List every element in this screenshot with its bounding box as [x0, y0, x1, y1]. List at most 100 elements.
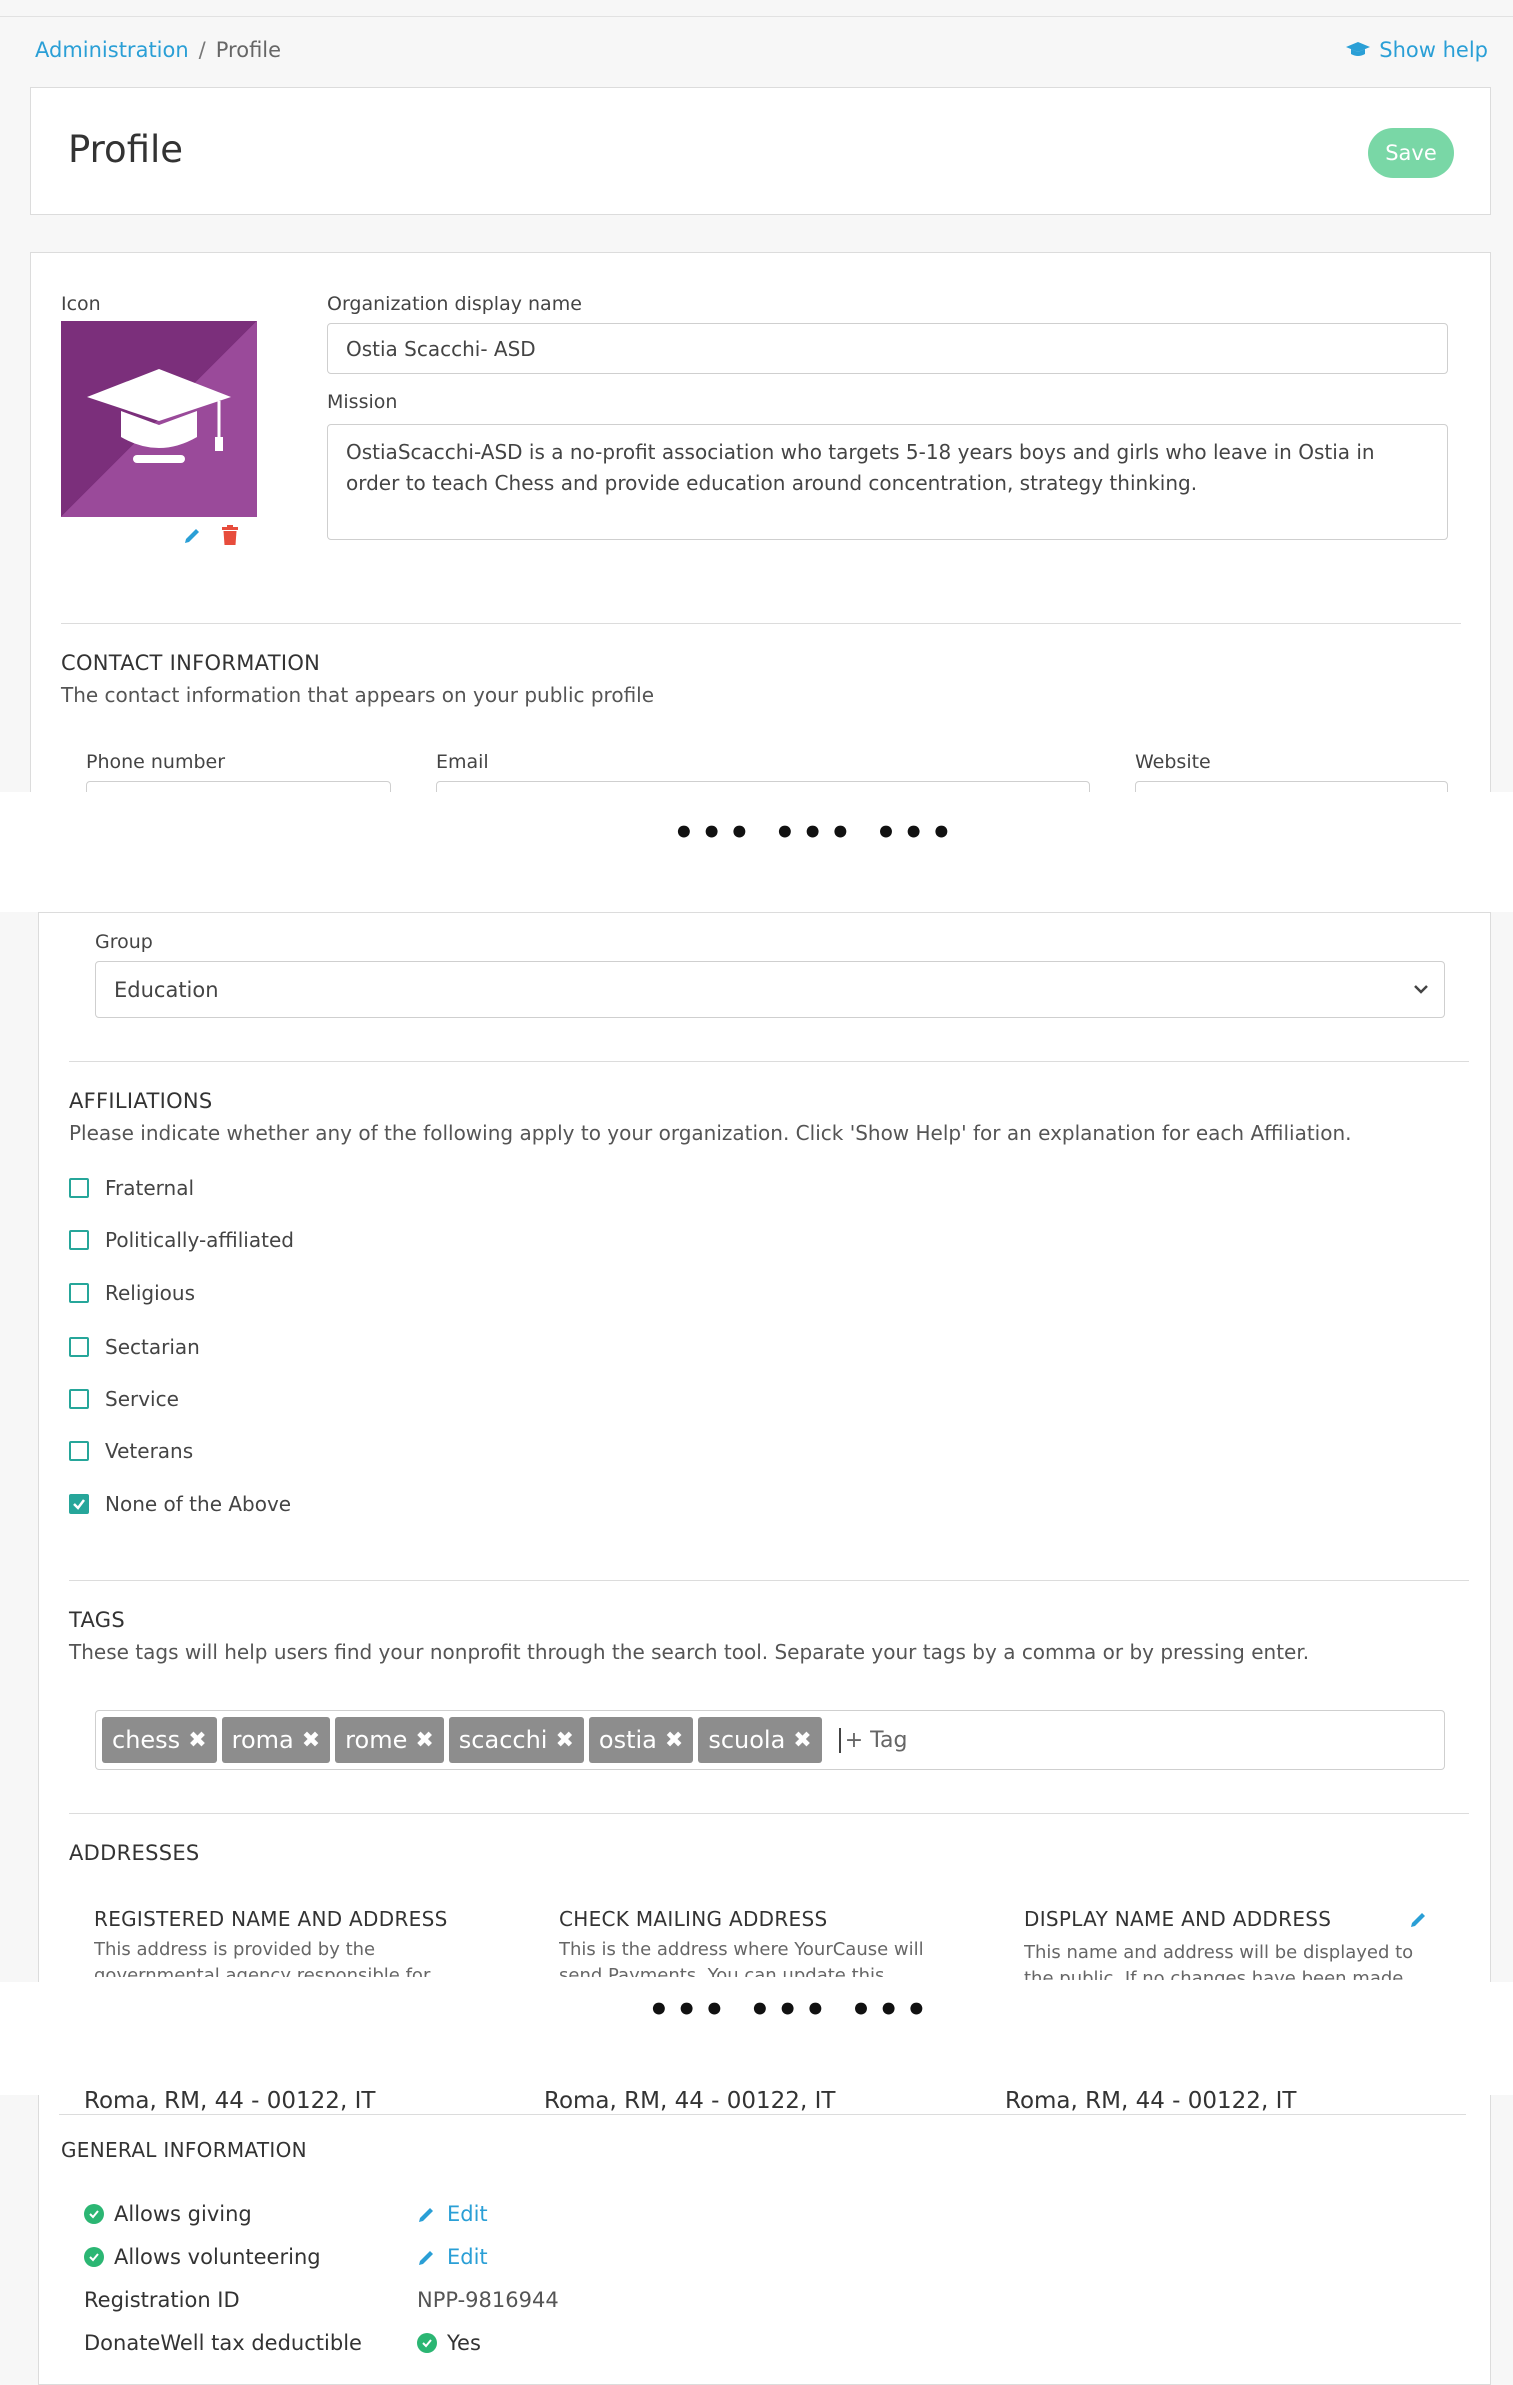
top-border [0, 16, 1513, 17]
remove-tag-icon[interactable]: ✖ [302, 1728, 320, 1753]
registration-id-value: NPP-9816944 [417, 2288, 559, 2312]
remove-tag-icon[interactable]: ✖ [415, 1728, 433, 1753]
graduation-cap-icon [87, 369, 231, 463]
section-divider [69, 1813, 1469, 1814]
affiliation-none-of-the-above[interactable]: None of the Above [69, 1492, 291, 1516]
show-help-link[interactable]: Show help [1345, 38, 1488, 62]
mailing-address-city: Roma, RM, 44 - 00122, IT [544, 2088, 836, 2114]
edit-allows-giving-link[interactable]: Edit [417, 2202, 488, 2226]
mailing-address-title: CHECK MAILING ADDRESS [559, 1907, 828, 1931]
save-button[interactable]: Save [1368, 128, 1454, 178]
allows-giving-label: Allows giving [114, 2202, 252, 2226]
mailing-address-description: This is the address where YourCause will… [559, 1939, 924, 1977]
pencil-icon[interactable] [1409, 1909, 1429, 1929]
section-divider [61, 623, 1461, 624]
display-address-title: DISPLAY NAME AND ADDRESS [1024, 1907, 1332, 1931]
affiliations-description: Please indicate whether any of the follo… [69, 1121, 1352, 1145]
remove-tag-icon[interactable]: ✖ [665, 1728, 683, 1753]
tag-label: scacchi [458, 1726, 548, 1754]
checkbox[interactable] [69, 1441, 89, 1461]
remove-tag-icon[interactable]: ✖ [555, 1728, 573, 1753]
remove-tag-icon[interactable]: ✖ [793, 1728, 811, 1753]
website-label: Website [1135, 751, 1211, 773]
affiliations-heading: AFFILIATIONS [69, 1089, 213, 1113]
affiliation-fraternal[interactable]: Fraternal [69, 1176, 194, 1200]
tax-deductible-label: DonateWell tax deductible [84, 2331, 362, 2355]
icon-label: Icon [61, 293, 101, 315]
graduation-cap-icon [1346, 42, 1371, 56]
display-address-description: This name and address will be displayed … [1024, 1942, 1414, 1980]
profile-header-card: Profile Save [30, 87, 1491, 215]
allows-giving-row: Allows giving [84, 2202, 252, 2226]
mission-label: Mission [327, 391, 398, 413]
breadcrumb-administration[interactable]: Administration [35, 38, 189, 62]
affiliation-label: Veterans [105, 1439, 194, 1463]
tag-label: ostia [598, 1726, 657, 1754]
classification-section: Group Education AFFILIATIONS Please indi… [38, 912, 1491, 1982]
remove-tag-icon[interactable]: ✖ [188, 1728, 206, 1753]
display-name-input[interactable]: Ostia Scacchi- ASD [327, 323, 1448, 374]
section-divider [59, 2114, 1466, 2115]
allows-volunteering-label: Allows volunteering [114, 2245, 321, 2269]
checkbox[interactable] [69, 1337, 89, 1357]
check-circle-icon [84, 2247, 104, 2267]
affiliation-veterans[interactable]: Veterans [69, 1439, 193, 1463]
checkbox[interactable] [69, 1389, 89, 1409]
tax-deductible-text: Yes [447, 2331, 481, 2355]
tag-label: chess [112, 1726, 181, 1754]
affiliation-religious[interactable]: Religious [69, 1281, 195, 1305]
tag-ostia: ostia ✖ [588, 1717, 694, 1763]
general-information-section: Roma, RM, 44 - 00122, IT Roma, RM, 44 - … [38, 2088, 1491, 2385]
tag-scuola: scuola ✖ [698, 1717, 822, 1763]
contact-description: The contact information that appears on … [61, 683, 655, 707]
registration-id-label: Registration ID [84, 2288, 240, 2312]
add-tag-input[interactable]: + Tag [838, 1727, 907, 1753]
affiliation-label: Sectarian [105, 1335, 200, 1359]
email-label: Email [436, 751, 489, 773]
pencil-icon[interactable] [183, 525, 203, 545]
affiliation-service[interactable]: Service [69, 1387, 179, 1411]
tag-label: scuola [708, 1726, 786, 1754]
section-divider [69, 1580, 1469, 1581]
group-selected-value: Education [114, 977, 219, 1002]
allows-volunteering-row: Allows volunteering [84, 2245, 321, 2269]
tag-roma: roma ✖ [221, 1717, 331, 1763]
tags-input[interactable]: chess ✖ roma ✖ rome ✖ scacchi ✖ ostia ✖ scuol… [95, 1710, 1445, 1770]
checkbox[interactable] [69, 1230, 89, 1250]
mission-textarea[interactable]: OstiaScacchi-ASD is a no-profit associat… [327, 424, 1448, 540]
pencil-icon [419, 2208, 433, 2222]
profile-details-section: Icon Organization display name Ostia Sca… [30, 252, 1491, 821]
display-address-city: Roma, RM, 44 - 00122, IT [1005, 2088, 1297, 2114]
tags-heading: TAGS [69, 1608, 125, 1632]
truncation-marker: ••• ••• ••• [673, 813, 959, 853]
registered-address-title: REGISTERED NAME AND ADDRESS [94, 1907, 448, 1931]
affiliation-politically-affiliated[interactable]: Politically-affiliated [69, 1228, 294, 1252]
affiliation-sectarian[interactable]: Sectarian [69, 1335, 200, 1359]
group-select[interactable]: Education [95, 961, 1445, 1018]
truncation-marker: ••• ••• ••• [648, 1990, 934, 2030]
affiliation-label: Religious [105, 1281, 195, 1305]
affiliation-label: Politically-affiliated [105, 1228, 294, 1252]
breadcrumb: Administration / Profile [35, 38, 281, 62]
check-circle-icon [417, 2333, 437, 2353]
trash-icon[interactable] [221, 525, 239, 545]
checkbox[interactable] [69, 1178, 89, 1198]
affiliation-label: Service [105, 1387, 179, 1411]
checkbox-checked[interactable] [69, 1494, 89, 1514]
affiliation-label: Fraternal [105, 1176, 195, 1200]
edit-label: Edit [447, 2202, 488, 2226]
contact-heading: CONTACT INFORMATION [61, 651, 321, 675]
tax-deductible-value: Yes [417, 2331, 481, 2355]
icon-actions [183, 525, 239, 545]
edit-allows-volunteering-link[interactable]: Edit [417, 2245, 488, 2269]
display-name-label: Organization display name [327, 293, 582, 315]
tag-label: roma [231, 1726, 294, 1754]
breadcrumb-current: Profile [215, 38, 282, 62]
tag-chess: chess ✖ [102, 1717, 217, 1763]
checkbox[interactable] [69, 1283, 89, 1303]
tag-label: rome [345, 1726, 408, 1754]
pencil-icon [419, 2251, 433, 2265]
group-label: Group [95, 931, 153, 953]
show-help-label: Show help [1379, 38, 1488, 62]
phone-label: Phone number [86, 751, 226, 773]
